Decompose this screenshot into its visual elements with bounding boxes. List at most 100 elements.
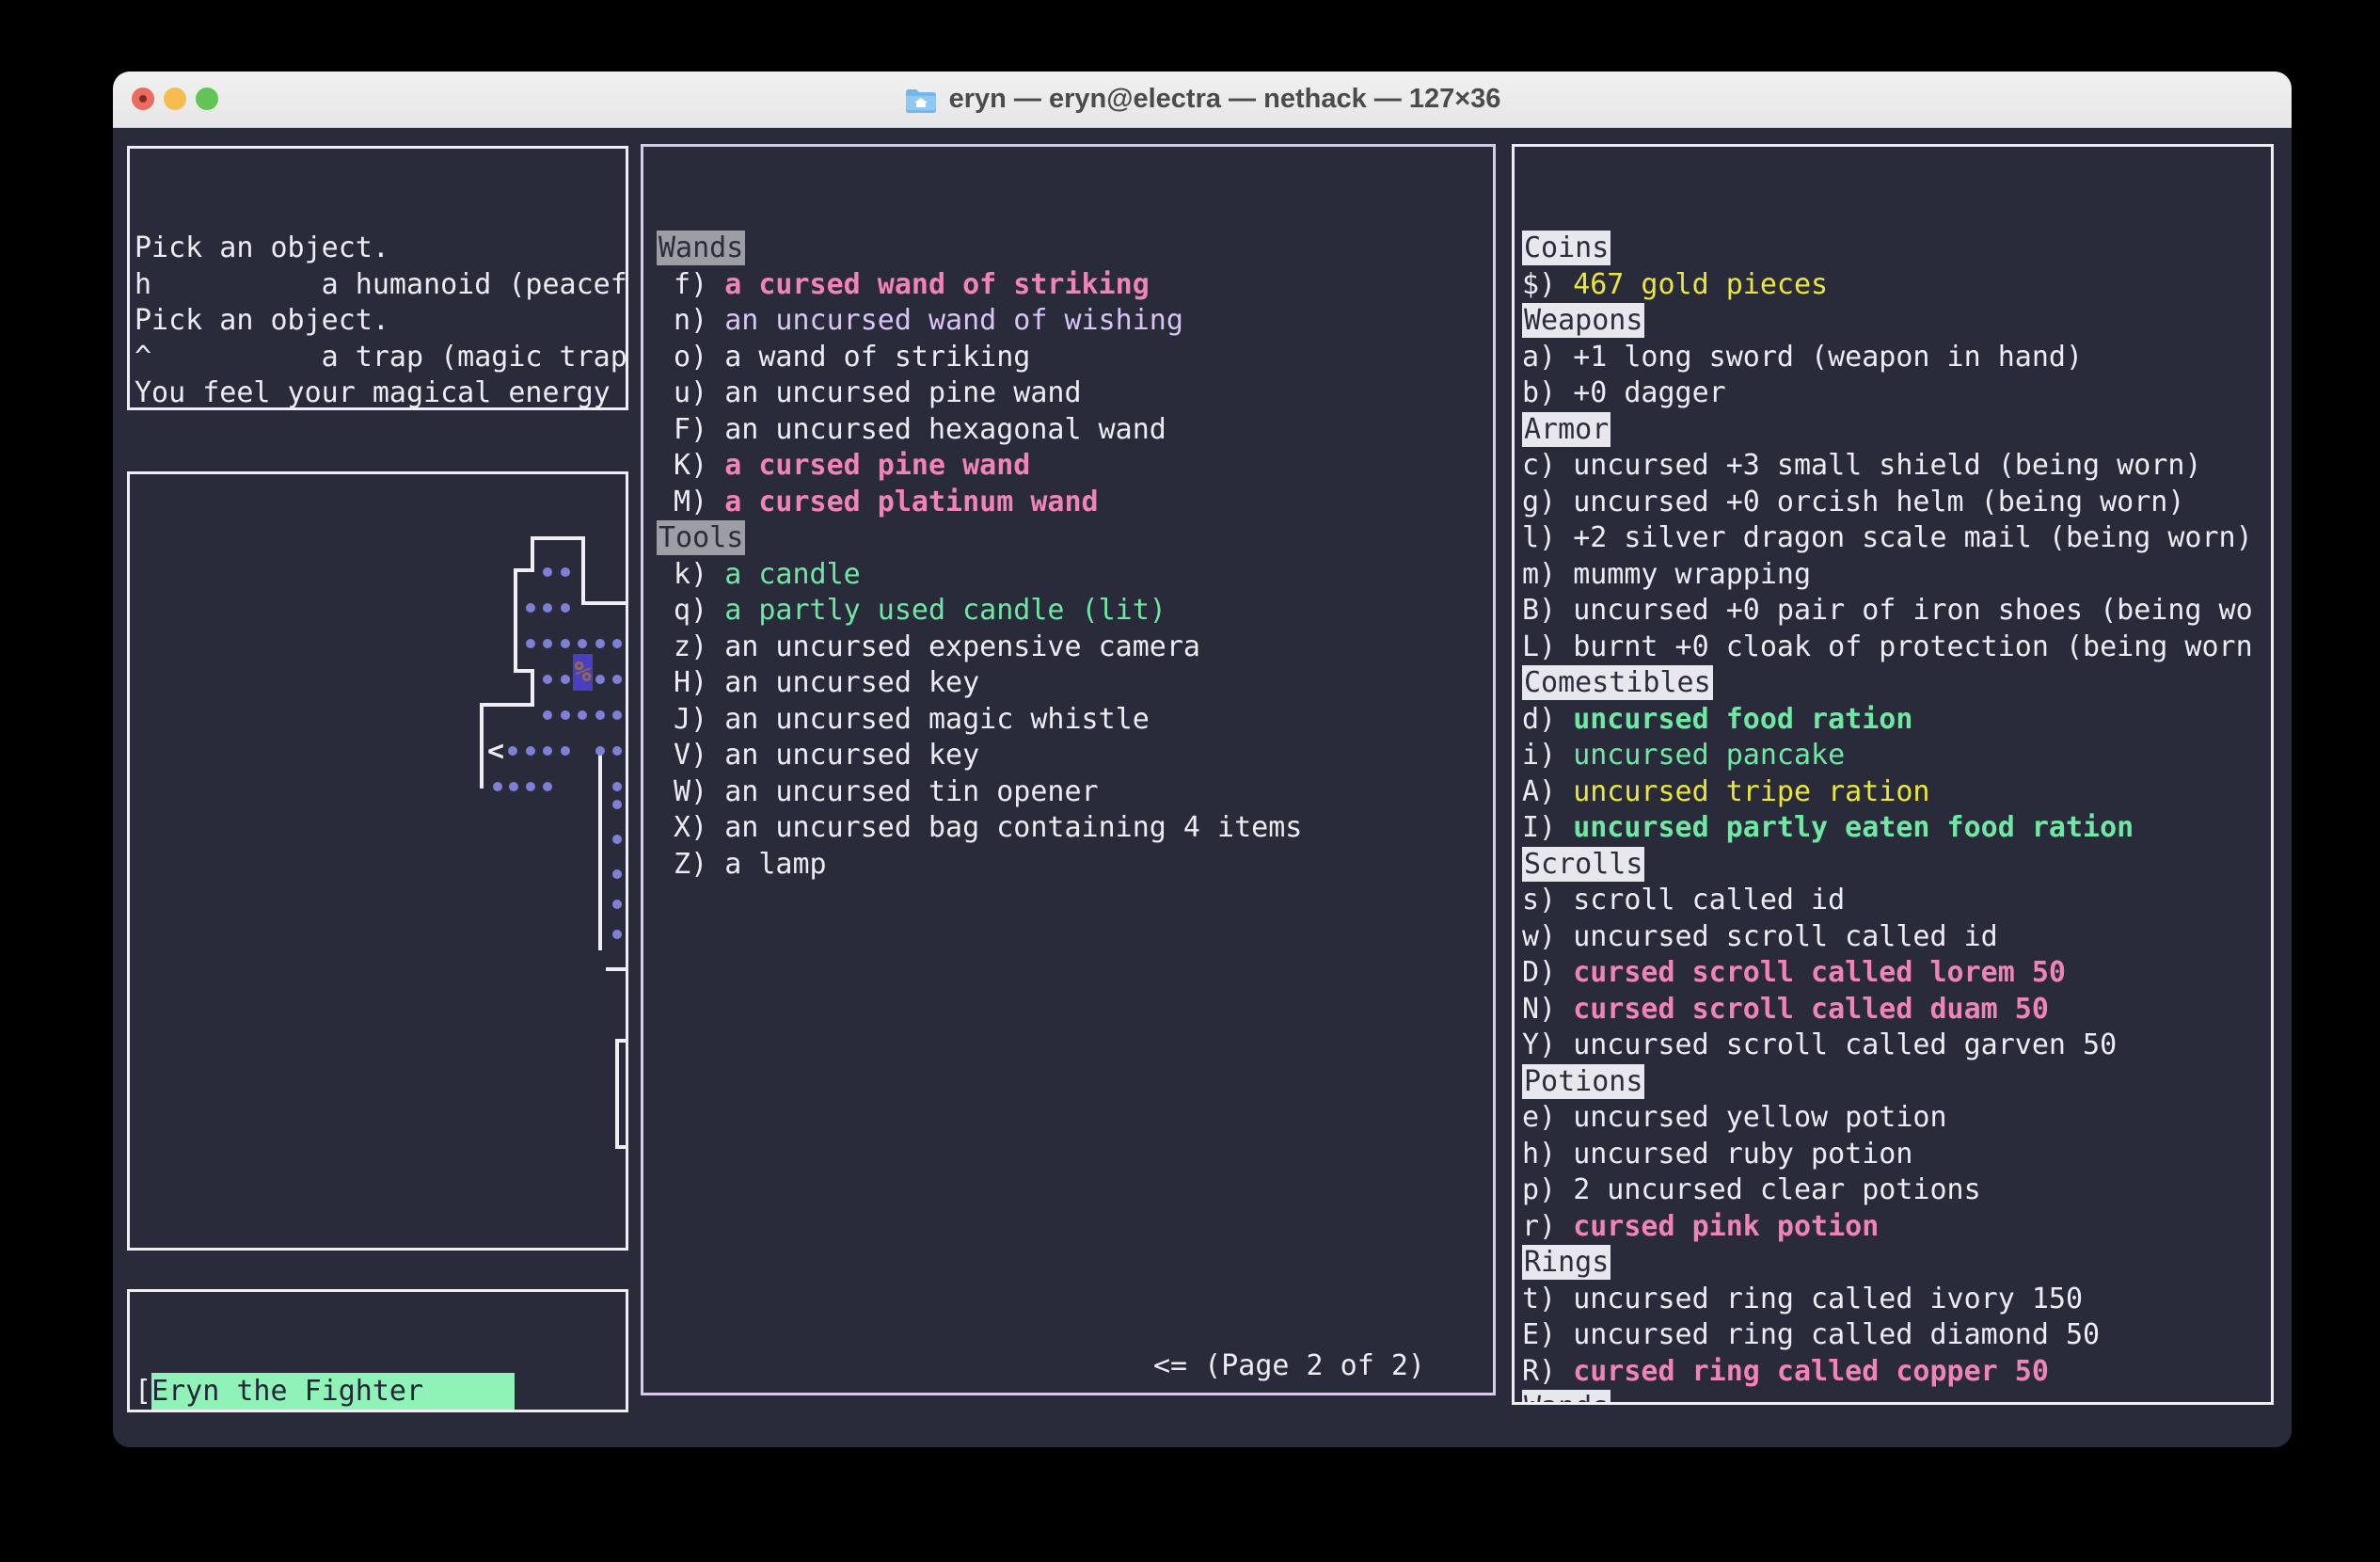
map-floor-dot bbox=[561, 746, 570, 756]
list-item[interactable]: V) an uncursed key bbox=[657, 738, 1493, 774]
list-item[interactable]: F) an uncursed hexagonal wand bbox=[657, 412, 1493, 449]
title-bar[interactable]: eryn — eryn@electra — nethack — 127×36 bbox=[113, 72, 2292, 128]
map-floor-dot bbox=[526, 746, 535, 756]
item-key: L) bbox=[1522, 630, 1573, 663]
map-wall bbox=[480, 703, 484, 789]
list-item: g) uncursed +0 orcish helm (being worn) bbox=[1522, 485, 2271, 521]
list-item: h) uncursed ruby potion bbox=[1522, 1137, 2271, 1173]
map-floor-dot bbox=[561, 639, 570, 648]
list-item[interactable]: q) a partly used candle (lit) bbox=[657, 593, 1493, 630]
map-floor-dot bbox=[543, 675, 552, 684]
item-key: $) bbox=[1522, 268, 1573, 301]
list-item[interactable]: K) a cursed pine wand bbox=[657, 448, 1493, 485]
map-floor-dot bbox=[612, 746, 622, 756]
item-text: uncursed scroll called id bbox=[1573, 920, 1998, 953]
map-wall bbox=[531, 536, 585, 540]
item-text: an uncursed pine wand bbox=[724, 376, 1081, 409]
map-floor-dot bbox=[543, 782, 552, 791]
item-key: q) bbox=[657, 594, 724, 627]
list-item[interactable]: X) an uncursed bag containing 4 items bbox=[657, 810, 1493, 847]
list-header-line: Tools bbox=[657, 520, 1493, 557]
item-key: g) bbox=[1522, 486, 1573, 518]
item-text: uncursed yellow potion bbox=[1573, 1101, 1946, 1134]
folder-icon bbox=[904, 87, 938, 113]
list-item[interactable]: k) a candle bbox=[657, 557, 1493, 594]
map-floor-dot bbox=[578, 710, 587, 720]
map-floor-dot bbox=[543, 710, 552, 720]
list-item[interactable]: W) an uncursed tin opener bbox=[657, 774, 1493, 811]
map-floor-dot bbox=[543, 603, 552, 613]
list-item: L) burnt +0 cloak of protection (being w… bbox=[1522, 630, 2271, 666]
category-header: Armor bbox=[1522, 412, 1610, 447]
map-wall bbox=[598, 751, 602, 950]
item-key: z) bbox=[657, 630, 724, 663]
list-item[interactable]: n) an uncursed wand of wishing bbox=[657, 303, 1493, 340]
map-floor-dot bbox=[578, 639, 587, 648]
item-key: f) bbox=[657, 268, 724, 301]
list-item: b) +0 dagger bbox=[1522, 375, 2271, 412]
map-floor-dot bbox=[595, 675, 605, 684]
category-header: Weapons bbox=[1522, 303, 1644, 338]
item-text: an uncursed tin opener bbox=[724, 775, 1098, 808]
list-item[interactable]: z) an uncursed expensive camera bbox=[657, 630, 1493, 666]
item-key: I) bbox=[1522, 811, 1573, 844]
item-text: an uncursed key bbox=[724, 666, 979, 699]
map-floor-dot bbox=[595, 639, 605, 648]
list-header-line: Comestibles bbox=[1522, 665, 2271, 702]
list-item[interactable]: o) a wand of striking bbox=[657, 340, 1493, 376]
item-key: i) bbox=[1522, 739, 1573, 772]
list-item: E) uncursed ring called diamond 50 bbox=[1522, 1317, 2271, 1354]
category-header: Wands bbox=[1522, 1390, 1610, 1405]
item-text: uncursed +3 small shield (being worn) bbox=[1573, 449, 2201, 482]
list-item[interactable]: f) a cursed wand of striking bbox=[657, 267, 1493, 304]
list-item[interactable]: M) a cursed platinum wand bbox=[657, 485, 1493, 521]
item-key: p) bbox=[1522, 1173, 1573, 1206]
staircase-up: < bbox=[487, 733, 504, 770]
list-item[interactable]: Z) a lamp bbox=[657, 847, 1493, 884]
messages-panel: Pick an object.h a humanoid (peacefulPic… bbox=[127, 146, 628, 410]
item-text: uncursed tripe ration bbox=[1573, 775, 1929, 808]
map-wall bbox=[581, 601, 627, 605]
list-item[interactable]: J) an uncursed magic whistle bbox=[657, 702, 1493, 739]
map-floor-dot bbox=[493, 782, 502, 791]
list-item: R) cursed ring called copper 50 bbox=[1522, 1354, 2271, 1391]
map-floor-dot bbox=[561, 710, 570, 720]
map-wall bbox=[615, 1039, 619, 1149]
map-floor-dot bbox=[612, 782, 622, 791]
list-item: I) uncursed partly eaten food ration bbox=[1522, 810, 2271, 847]
item-key: t) bbox=[1522, 1283, 1573, 1315]
item-key: N) bbox=[1522, 993, 1573, 1026]
map-floor-dot bbox=[526, 782, 535, 791]
item-key: V) bbox=[657, 739, 724, 772]
status-field: [ bbox=[135, 1375, 151, 1408]
item-text: cursed ring called copper 50 bbox=[1573, 1355, 2049, 1388]
item-key: X) bbox=[657, 811, 724, 844]
list-item: i) uncursed pancake bbox=[1522, 738, 2271, 774]
item-key: M) bbox=[657, 486, 724, 518]
list-item: e) uncursed yellow potion bbox=[1522, 1100, 2271, 1137]
item-text: +2 silver dragon scale mail (being worn) bbox=[1573, 521, 2252, 554]
item-key: c) bbox=[1522, 449, 1573, 482]
item-text: an uncursed expensive camera bbox=[724, 630, 1200, 663]
item-text: an uncursed wand of wishing bbox=[724, 304, 1183, 337]
list-header-line: Weapons bbox=[1522, 303, 2271, 340]
item-key: l) bbox=[1522, 521, 1573, 554]
map-floor-dot bbox=[561, 603, 570, 613]
item-key: Z) bbox=[657, 848, 724, 881]
list-header-line: Scrolls bbox=[1522, 847, 2271, 884]
list-item[interactable]: H) an uncursed key bbox=[657, 665, 1493, 702]
item-key: d) bbox=[1522, 703, 1573, 736]
list-item: r) cursed pink potion bbox=[1522, 1209, 2271, 1246]
list-item[interactable]: u) an uncursed pine wand bbox=[657, 375, 1493, 412]
item-text: uncursed scroll called garven 50 bbox=[1573, 1028, 2117, 1061]
map-floor-dot bbox=[612, 930, 622, 939]
map-floor-dot bbox=[543, 567, 552, 577]
item-text: uncursed pancake bbox=[1573, 739, 1845, 772]
list-item: m) mummy wrapping bbox=[1522, 557, 2271, 594]
message-line: Pick an object. bbox=[135, 231, 626, 267]
item-text: +0 dagger bbox=[1573, 376, 1726, 409]
item-text: 2 uncursed clear potions bbox=[1573, 1173, 1980, 1206]
list-item: B) uncursed +0 pair of iron shoes (being… bbox=[1522, 593, 2271, 630]
map-floor-dot bbox=[612, 835, 622, 844]
inventory-panel: Coins$) 467 gold piecesWeaponsa) +1 long… bbox=[1512, 144, 2274, 1405]
